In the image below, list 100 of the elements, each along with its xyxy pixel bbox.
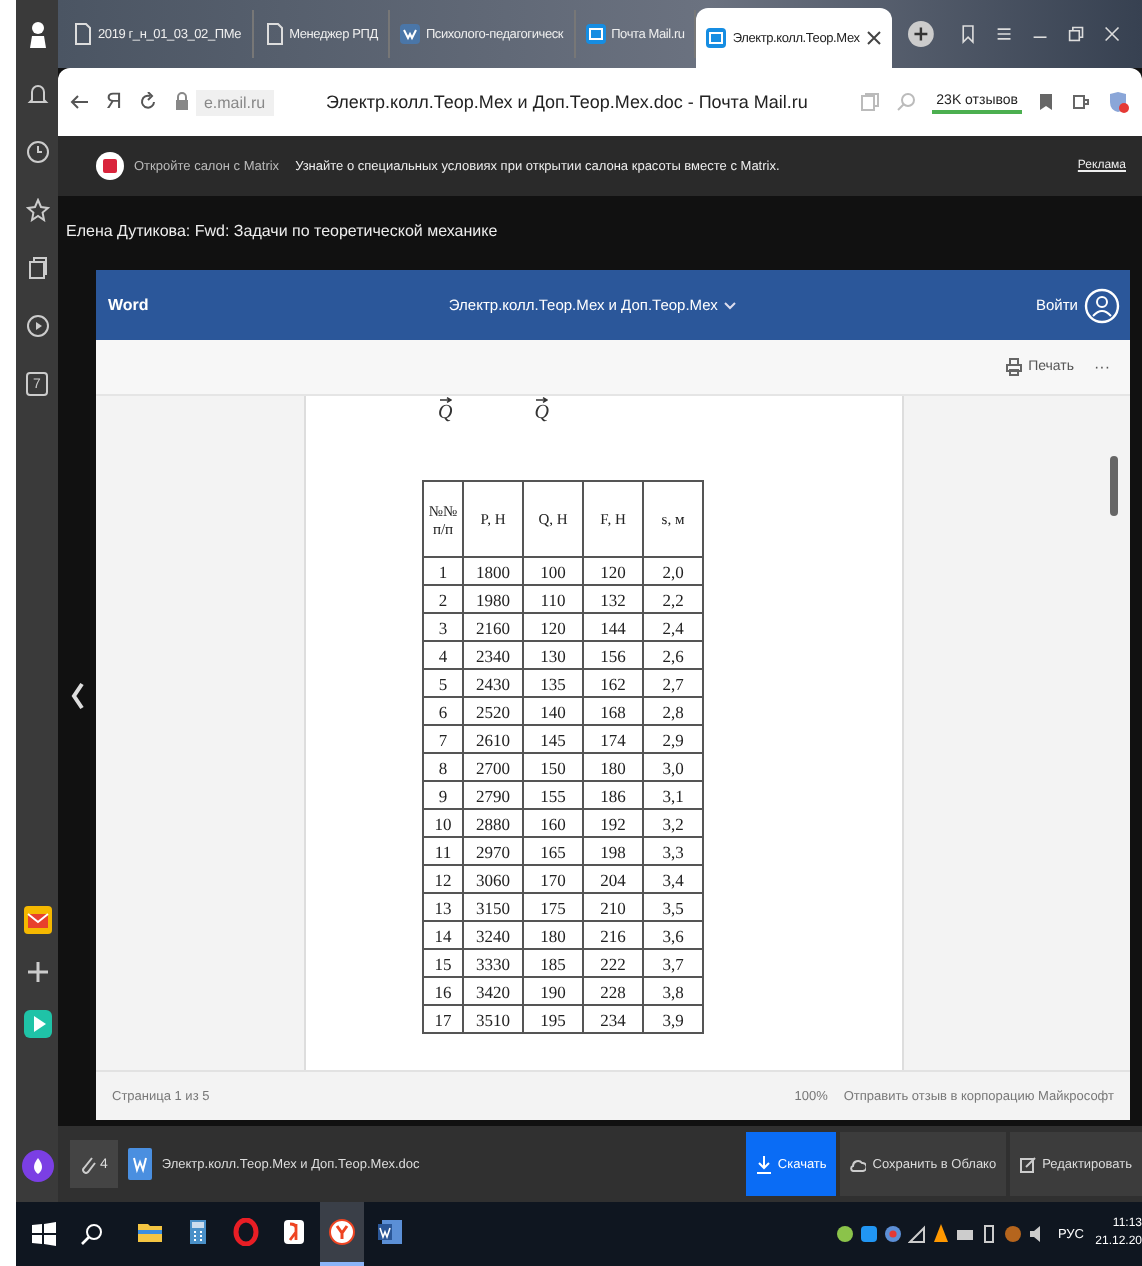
email-subject: Елена Дутикова: Fwd: Задачи по теоретической механике <box>64 219 500 244</box>
table-cell: 140 <box>523 697 583 725</box>
table-cell: 2,7 <box>643 669 703 697</box>
shield-icon[interactable] <box>1106 90 1130 114</box>
windows-start-icon[interactable] <box>32 1222 56 1246</box>
table-cell: 7 <box>423 725 463 753</box>
cloud-icon <box>850 1155 867 1173</box>
table-cell: 150 <box>523 753 583 781</box>
table-cell: 190 <box>523 977 583 1005</box>
table-cell: 3330 <box>463 949 523 977</box>
table-cell: 2,0 <box>643 557 703 585</box>
table-cell: 3,4 <box>643 865 703 893</box>
vector-label: Q <box>534 404 549 424</box>
opera-icon[interactable] <box>232 1218 260 1246</box>
star-icon[interactable] <box>25 198 49 222</box>
mail-icon <box>706 26 727 50</box>
copy-icon[interactable] <box>25 256 49 280</box>
table-cell: 2970 <box>463 837 523 865</box>
table-cell: 2 <box>423 585 463 613</box>
search-icon[interactable] <box>80 1222 104 1246</box>
table-cell: 11 <box>423 837 463 865</box>
table-cell: 198 <box>583 837 643 865</box>
table-cell: 2790 <box>463 781 523 809</box>
scroll-thumb[interactable] <box>1110 456 1118 516</box>
table-cell: 1 <box>423 557 463 585</box>
table-cell: 144 <box>583 613 643 641</box>
table-cell: 210 <box>583 893 643 921</box>
calculator-icon[interactable] <box>184 1218 212 1246</box>
table-cell: 2,9 <box>643 725 703 753</box>
table-cell: 195 <box>523 1005 583 1033</box>
play-icon[interactable] <box>25 314 49 338</box>
table-cell: 2,6 <box>643 641 703 669</box>
table-cell: 168 <box>583 697 643 725</box>
assistant-icon[interactable] <box>21 1150 53 1182</box>
word-icon[interactable] <box>376 1218 404 1246</box>
table-cell: 3240 <box>463 921 523 949</box>
table-cell: 3,1 <box>643 781 703 809</box>
plus-icon[interactable] <box>25 960 49 984</box>
table-cell: 180 <box>583 753 643 781</box>
vector-label: Q <box>438 404 453 424</box>
edit-icon <box>1020 1155 1037 1173</box>
browser-icon[interactable] <box>328 1218 356 1246</box>
restore-icon[interactable] <box>1067 24 1084 44</box>
table-cell: 234 <box>583 1005 643 1033</box>
table-cell: 5 <box>423 669 463 697</box>
new-tab-icon[interactable] <box>907 18 934 50</box>
table-cell: 3420 <box>463 977 523 1005</box>
menu-icon[interactable] <box>995 24 1012 44</box>
table-cell: 175 <box>523 893 583 921</box>
chevron-down-icon <box>723 301 736 309</box>
vector-arrow-icon <box>535 396 548 404</box>
play-app-icon[interactable] <box>23 1010 51 1038</box>
mail-app-icon[interactable] <box>23 906 51 934</box>
table-cell: 12 <box>423 865 463 893</box>
clock-icon[interactable] <box>25 140 49 164</box>
table-cell: 3,9 <box>643 1005 703 1033</box>
brand-logo-icon <box>96 152 124 180</box>
download-icon <box>755 1155 772 1173</box>
page-icon <box>72 22 92 46</box>
table-cell: 185 <box>523 949 583 977</box>
table-cell: 1800 <box>463 557 523 585</box>
table-cell: 17 <box>423 1005 463 1033</box>
table-cell: 3060 <box>463 865 523 893</box>
previous-icon[interactable] <box>69 681 85 709</box>
reload-icon[interactable] <box>137 92 158 112</box>
table-cell: 4 <box>423 641 463 669</box>
bookmark-icon[interactable] <box>1038 92 1054 112</box>
table-cell: 3,8 <box>643 977 703 1005</box>
table-cell: 8 <box>423 753 463 781</box>
word-file-icon[interactable] <box>127 1148 152 1180</box>
lock-icon <box>173 92 190 112</box>
table-cell: 2520 <box>463 697 523 725</box>
table-cell: 13 <box>423 893 463 921</box>
page-icon <box>263 22 284 46</box>
table-cell: 3,2 <box>643 809 703 837</box>
printer-icon <box>1006 358 1023 376</box>
speaker-icon[interactable] <box>1027 1224 1046 1244</box>
table-cell: 192 <box>583 809 643 837</box>
table-cell: 132 <box>583 585 643 613</box>
taskbar-slot[interactable] <box>320 1202 364 1266</box>
table-cell: 162 <box>583 669 643 697</box>
page-title: Электр.колл.Теор.Мех и Доп.Теор.Мех.doc - Почта Mail.ru <box>323 92 810 112</box>
table-cell: 3,6 <box>643 921 703 949</box>
yandex-button[interactable]: Я <box>106 90 122 114</box>
table-cell: 204 <box>583 865 643 893</box>
bell-icon[interactable] <box>25 82 49 106</box>
network-icon[interactable] <box>907 1224 926 1244</box>
table-cell: 2430 <box>463 669 523 697</box>
table-cell: 3,3 <box>643 837 703 865</box>
folder-icon[interactable] <box>136 1218 164 1246</box>
more-button[interactable]: ··· <box>1094 358 1110 376</box>
close-icon[interactable] <box>865 30 882 46</box>
table-cell: 120 <box>523 613 583 641</box>
back-icon[interactable] <box>70 92 90 112</box>
table-cell: 3,7 <box>643 949 703 977</box>
avatar-icon[interactable] <box>1084 287 1120 323</box>
bookmark-list-icon[interactable] <box>959 22 976 46</box>
table-cell: 14 <box>423 921 463 949</box>
table-cell: 155 <box>523 781 583 809</box>
table-cell: 186 <box>583 781 643 809</box>
